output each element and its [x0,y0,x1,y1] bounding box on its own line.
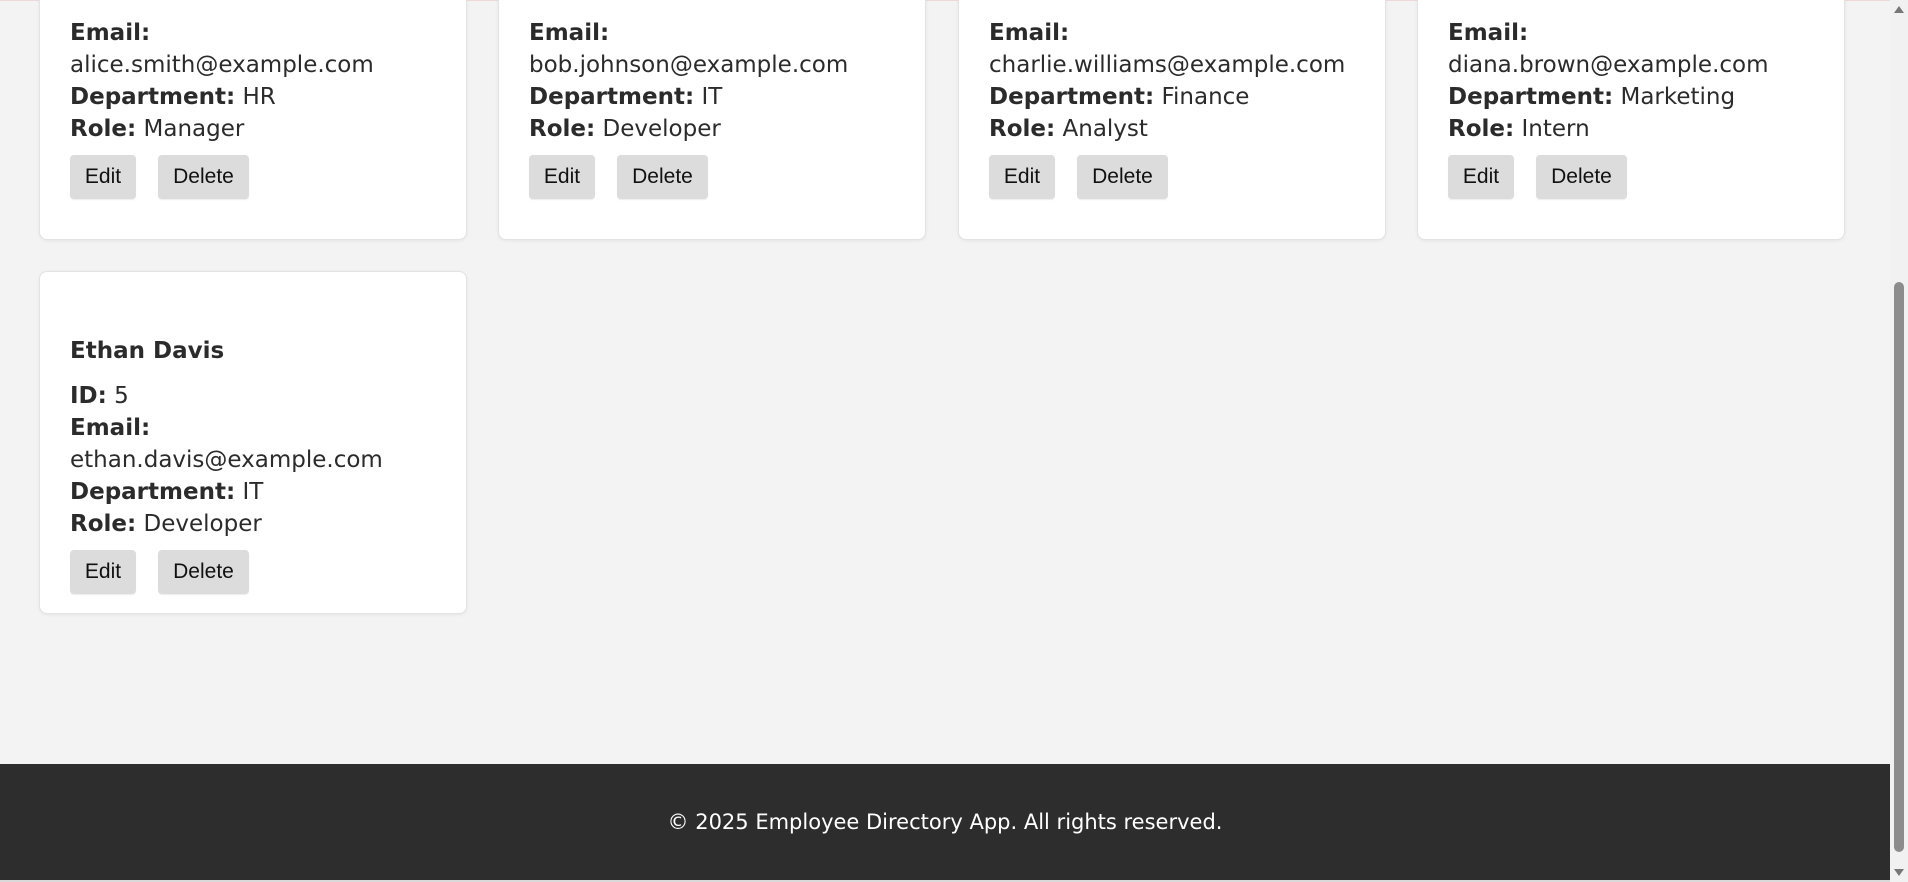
delete-button[interactable]: Delete [158,550,249,594]
department-value: Marketing [1620,84,1736,110]
delete-button[interactable]: Delete [1536,155,1627,199]
department-value: HR [242,84,276,110]
edit-button[interactable]: Edit [1448,155,1514,199]
edit-button[interactable]: Edit [70,550,136,594]
employee-department: Department: Finance [989,81,1365,113]
employee-card: Email: alice.smith@example.com Departmen… [39,0,467,240]
employee-role: Role: Analyst [989,113,1365,145]
department-label: Department: [989,84,1155,110]
role-value: Intern [1521,116,1590,142]
card-actions: Edit Delete [1448,155,1824,199]
employee-role: Role: Manager [70,113,446,145]
viewport: Email: alice.smith@example.com Departmen… [0,0,1908,882]
edit-button[interactable]: Edit [989,155,1055,199]
edit-button[interactable]: Edit [70,155,136,199]
employee-email: Email: charlie.williams@example.com [989,17,1365,81]
employee-role: Role: Developer [70,508,446,540]
email-value: alice.smith@example.com [70,52,374,78]
employee-card: Ethan Davis ID: 5 Email: ethan.davis@exa… [39,271,467,614]
department-label: Department: [529,84,695,110]
scrollbar-thumb[interactable] [1894,282,1904,852]
employee-fields: Email: alice.smith@example.com Departmen… [70,17,446,199]
scroll-down-icon[interactable] [1894,869,1904,876]
department-label: Department: [1448,84,1614,110]
employee-role: Role: Developer [529,113,905,145]
employee-department: Department: IT [70,476,446,508]
email-label: Email: [989,20,1070,46]
email-label: Email: [70,20,151,46]
email-label: Email: [1448,20,1529,46]
scroll-up-icon[interactable] [1894,6,1904,13]
employee-name: Ethan Davis [70,338,225,364]
department-value: IT [701,84,723,110]
employee-role: Role: Intern [1448,113,1824,145]
employee-fields: ID: 5 Email: ethan.davis@example.com Dep… [70,380,446,594]
card-actions: Edit Delete [529,155,905,199]
employee-department: Department: IT [529,81,905,113]
employee-id: ID: 5 [70,380,446,412]
page-footer: © 2025 Employee Directory App. All right… [0,764,1890,880]
employee-department: Department: HR [70,81,446,113]
role-value: Developer [602,116,721,142]
card-actions: Edit Delete [70,550,446,594]
card-actions: Edit Delete [70,155,446,199]
role-value: Analyst [1062,116,1148,142]
department-value: IT [242,479,264,505]
department-label: Department: [70,84,236,110]
department-value: Finance [1161,84,1250,110]
employee-card: Email: charlie.williams@example.com Depa… [958,0,1386,240]
email-label: Email: [529,20,610,46]
employee-email: Email: alice.smith@example.com [70,17,446,81]
email-value: bob.johnson@example.com [529,52,849,78]
employee-department: Department: Marketing [1448,81,1824,113]
role-label: Role: [70,511,137,537]
employee-directory-page: Email: alice.smith@example.com Departmen… [0,0,1890,882]
email-value: ethan.davis@example.com [70,447,383,473]
employee-card: Email: diana.brown@example.com Departmen… [1417,0,1845,240]
footer-copyright: © 2025 Employee Directory App. All right… [667,810,1223,834]
employee-email: Email: bob.johnson@example.com [529,17,905,81]
role-label: Role: [989,116,1056,142]
employee-fields: Email: bob.johnson@example.com Departmen… [529,17,905,199]
employee-email: Email: ethan.davis@example.com [70,412,446,476]
vertical-scrollbar[interactable] [1890,0,1908,882]
email-label: Email: [70,415,151,441]
role-value: Manager [143,116,245,142]
delete-button[interactable]: Delete [1077,155,1168,199]
edit-button[interactable]: Edit [529,155,595,199]
role-label: Role: [70,116,137,142]
role-label: Role: [1448,116,1515,142]
id-label: ID: [70,383,107,409]
card-actions: Edit Delete [989,155,1365,199]
employee-fields: Email: diana.brown@example.com Departmen… [1448,17,1824,199]
department-label: Department: [70,479,236,505]
employee-card: Email: bob.johnson@example.com Departmen… [498,0,926,240]
delete-button[interactable]: Delete [158,155,249,199]
employee-fields: Email: charlie.williams@example.com Depa… [989,17,1365,199]
role-value: Developer [143,511,262,537]
id-value: 5 [114,383,129,409]
delete-button[interactable]: Delete [617,155,708,199]
email-value: charlie.williams@example.com [989,52,1346,78]
role-label: Role: [529,116,596,142]
employee-email: Email: diana.brown@example.com [1448,17,1824,81]
email-value: diana.brown@example.com [1448,52,1769,78]
